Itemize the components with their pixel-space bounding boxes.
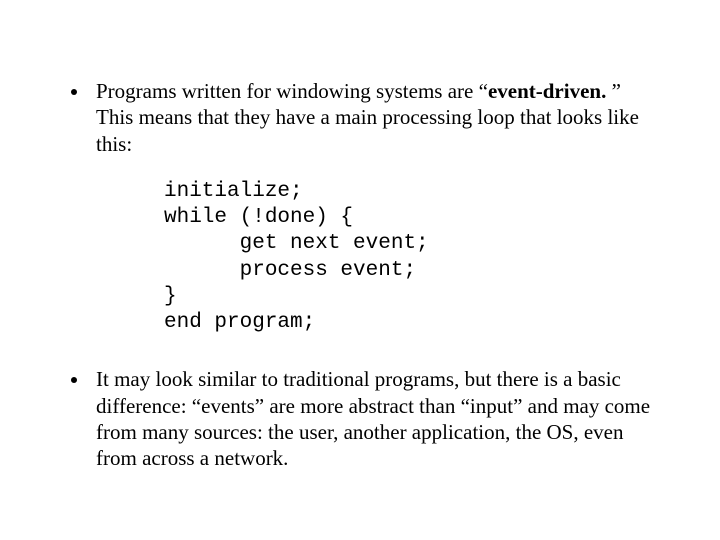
bullet1-pre: Programs written for windowing systems a… — [96, 79, 488, 103]
bullet1-bold: event-driven. — [488, 79, 606, 103]
bullet-item-1: Programs written for windowing systems a… — [90, 78, 660, 336]
bullet-item-2: It may look similar to traditional progr… — [90, 366, 660, 471]
code-block: initialize; while (!done) { get next eve… — [164, 179, 660, 337]
slide: Programs written for windowing systems a… — [0, 0, 720, 540]
bullet-list: Programs written for windowing systems a… — [60, 78, 660, 471]
